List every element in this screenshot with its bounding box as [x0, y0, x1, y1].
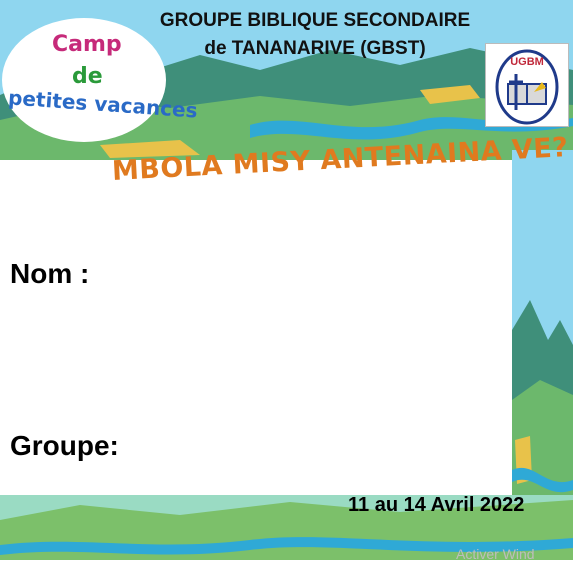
event-dates: 11 au 14 Avril 2022 — [348, 494, 525, 516]
groupe-label: Groupe: — [10, 430, 119, 461]
camp-logo-word-camp: Camp — [52, 32, 122, 57]
org-logo: UGBM — [485, 43, 569, 127]
header-line-2: de TANANARIVE (GBST) — [204, 38, 426, 59]
header-line-1: GROUPE BIBLIQUE SECONDAIRE — [159, 10, 471, 31]
camp-logo-word-de: de — [72, 64, 103, 89]
nom-label: Nom : — [10, 258, 90, 289]
org-logo-text: UGBM — [510, 56, 544, 68]
